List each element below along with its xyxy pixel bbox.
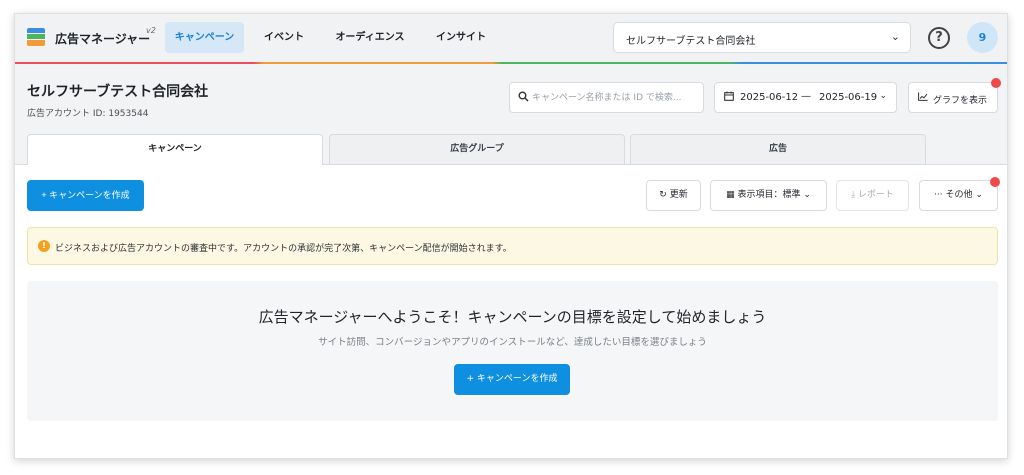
report-button[interactable]: ⤓ レポート: [836, 180, 909, 211]
refresh-icon: ↻: [659, 190, 667, 200]
columns-label: 表示項目：標準: [737, 190, 801, 200]
table-icon: ▦: [726, 190, 735, 200]
notification-dot: [991, 78, 1001, 88]
ellipsis-icon: ···: [934, 190, 943, 200]
app-window: 広告マネージャー v2 キャンペーン イベント オーディエンス インサイト セル…: [14, 13, 1008, 459]
welcome-subtitle: サイト訪問、コンバージョンやアプリのインストールなど、達成したい目標を選びましょ…: [318, 337, 707, 348]
brand-version: v2: [146, 26, 156, 35]
refresh-button[interactable]: ↻ 更新: [646, 180, 701, 211]
notification-dot: [990, 177, 1000, 187]
date-end: 2025-06-19: [819, 92, 878, 103]
search-input[interactable]: [532, 88, 700, 108]
welcome-create-campaign-button[interactable]: + キャンペーンを作成: [454, 364, 570, 395]
account-selector-label: セルフサーブテスト合同会社: [626, 36, 756, 47]
show-graph-label: グラフを表示: [933, 96, 988, 106]
warning-icon: !: [38, 240, 50, 252]
date-separator: —: [801, 91, 811, 102]
avatar[interactable]: 9: [967, 22, 998, 53]
nav-event[interactable]: イベント: [253, 22, 315, 53]
nav-campaign[interactable]: キャンペーン: [165, 22, 244, 53]
chevron-down-icon: ⌄: [879, 91, 887, 101]
review-notice: ! ビジネスおよび広告アカウントの審査中です。アカウントの承認が完了次第、キャン…: [27, 227, 998, 265]
welcome-title: 広告マネージャーへようこそ！キャンペーンの目標を設定して始めましょう: [258, 308, 767, 326]
chevron-down-icon: ⌄: [803, 190, 811, 200]
chevron-down-icon: ⌄: [890, 30, 900, 43]
main-content: + キャンペーンを作成 ↻ 更新 ▦ 表示項目：標準 ⌄ ⤓ レポート ··· …: [15, 164, 1007, 458]
search-icon: [518, 91, 529, 105]
page-title: セルフサーブテスト合同会社: [27, 84, 209, 100]
date-start: 2025-06-12: [740, 92, 799, 103]
more-button[interactable]: ··· その他 ⌄: [919, 180, 998, 211]
create-campaign-button[interactable]: + キャンペーンを作成: [27, 180, 144, 211]
tab-campaign[interactable]: キャンペーン: [27, 134, 323, 165]
top-bar: 広告マネージャー v2 キャンペーン イベント オーディエンス インサイト セル…: [15, 14, 1007, 62]
calendar-icon: [724, 91, 734, 104]
notice-text: ビジネスおよび広告アカウントの審査中です。アカウントの承認が完了次第、キャンペー…: [55, 244, 512, 254]
search-box[interactable]: [509, 82, 704, 113]
logo-icon: [27, 28, 45, 46]
help-icon[interactable]: ?: [928, 27, 950, 49]
date-range-picker[interactable]: 2025-06-12 — 2025-06-19 ⌄: [714, 82, 897, 113]
download-icon: ⤓: [851, 190, 856, 200]
nav-audience[interactable]: オーディエンス: [328, 22, 412, 53]
account-selector[interactable]: セルフサーブテスト合同会社 ⌄: [613, 22, 911, 53]
brand-title: 広告マネージャー: [55, 32, 151, 46]
columns-button[interactable]: ▦ 表示項目：標準 ⌄: [710, 180, 827, 211]
chart-icon: [918, 92, 928, 104]
tab-ad[interactable]: 広告: [630, 134, 926, 164]
more-label: その他: [945, 190, 973, 200]
refresh-label: 更新: [669, 190, 688, 200]
show-graph-button[interactable]: グラフを表示: [908, 82, 998, 113]
nav-insight[interactable]: インサイト: [423, 22, 499, 53]
report-label: レポート: [857, 190, 894, 200]
account-id: 広告アカウント ID: 1953544: [27, 109, 149, 119]
tab-ad-group[interactable]: 広告グループ: [329, 134, 625, 164]
welcome-panel: 広告マネージャーへようこそ！キャンペーンの目標を設定して始めましょう サイト訪問…: [27, 281, 998, 421]
chevron-down-icon: ⌄: [975, 190, 983, 200]
